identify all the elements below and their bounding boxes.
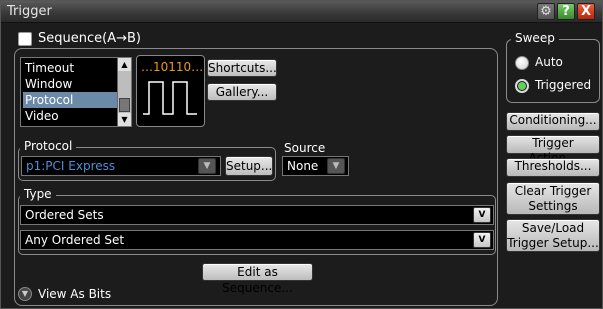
waveform-icon (143, 81, 197, 115)
trigger-type-list[interactable]: Timeout Window Protocol Video ▲ ▼ (20, 57, 132, 127)
chevron-down-icon[interactable]: ▼ (18, 287, 32, 301)
type-value-1: Ordered Sets (25, 208, 104, 222)
trigger-action-button[interactable]: Trigger Action... (506, 135, 600, 165)
type-value-2: Any Ordered Set (25, 233, 125, 247)
sequence-checkbox[interactable] (18, 32, 32, 46)
list-item-selected[interactable]: Protocol (23, 92, 117, 108)
sequence-label: Sequence(A→B) (38, 31, 141, 46)
shortcuts-button[interactable]: Shortcuts... (207, 59, 277, 77)
scroll-thumb[interactable] (119, 98, 130, 112)
save-load-trigger-setup-button[interactable]: Save/Load Trigger Setup... (506, 219, 600, 252)
close-button[interactable]: X (577, 3, 595, 20)
clear-trigger-settings-button[interactable]: Clear Trigger Settings (506, 182, 600, 215)
source-dropdown[interactable]: None ▼ (282, 156, 349, 176)
list-item[interactable]: Timeout (23, 60, 117, 76)
sweep-auto-radio[interactable] (515, 56, 529, 70)
type-legend: Type (20, 187, 56, 201)
window-title: Trigger (7, 4, 52, 19)
gear-icon[interactable]: ⚙ (537, 3, 555, 20)
protocol-value: p1:PCI Express (26, 159, 116, 173)
scroll-up-icon[interactable]: ▲ (118, 58, 131, 71)
sweep-legend: Sweep (511, 31, 559, 45)
sweep-auto-label: Auto (535, 55, 563, 69)
chevron-down-icon[interactable]: V (473, 207, 491, 223)
conditioning-button[interactable]: Conditioning... (506, 112, 600, 131)
scroll-down-icon[interactable]: ▼ (118, 113, 131, 126)
trigger-preview: …10110… (136, 55, 205, 127)
gallery-button[interactable]: Gallery... (207, 83, 277, 101)
view-as-bits-label[interactable]: View As Bits (38, 287, 111, 301)
list-item[interactable]: Window (23, 76, 117, 92)
clear-trigger-line2: Settings (528, 199, 578, 213)
type-dropdown-1[interactable]: Ordered Sets V (20, 205, 494, 225)
protocol-legend: Protocol (20, 139, 77, 153)
save-load-line2: Trigger Setup... (507, 236, 599, 250)
clear-trigger-line1: Clear Trigger (514, 184, 592, 198)
type-dropdown-2[interactable]: Any Ordered Set V (20, 230, 494, 250)
sweep-group (506, 39, 600, 103)
sweep-triggered-label: Triggered (535, 78, 592, 92)
protocol-dropdown[interactable]: p1:PCI Express ▼ (21, 156, 221, 176)
source-value: None (287, 159, 319, 173)
chevron-down-icon[interactable]: ▼ (198, 158, 216, 174)
chevron-down-icon[interactable]: V (473, 232, 491, 248)
thresholds-button[interactable]: Thresholds... (506, 158, 600, 177)
sweep-triggered-radio[interactable] (515, 79, 529, 93)
setup-button[interactable]: Setup... (225, 156, 273, 176)
source-label: Source (284, 141, 326, 155)
trigger-dialog: Trigger ⚙ ? X Sequence(A→B) Timeout Wind… (0, 0, 603, 309)
help-button[interactable]: ? (557, 3, 575, 20)
edit-as-sequence-button[interactable]: Edit as Sequence... (202, 263, 313, 295)
list-scrollbar[interactable]: ▲ ▼ (117, 58, 131, 126)
chevron-down-icon[interactable]: ▼ (327, 158, 345, 174)
title-bar[interactable]: Trigger ⚙ ? X (1, 1, 602, 23)
list-item[interactable]: Video (23, 108, 117, 124)
save-load-line1: Save/Load (521, 221, 585, 235)
